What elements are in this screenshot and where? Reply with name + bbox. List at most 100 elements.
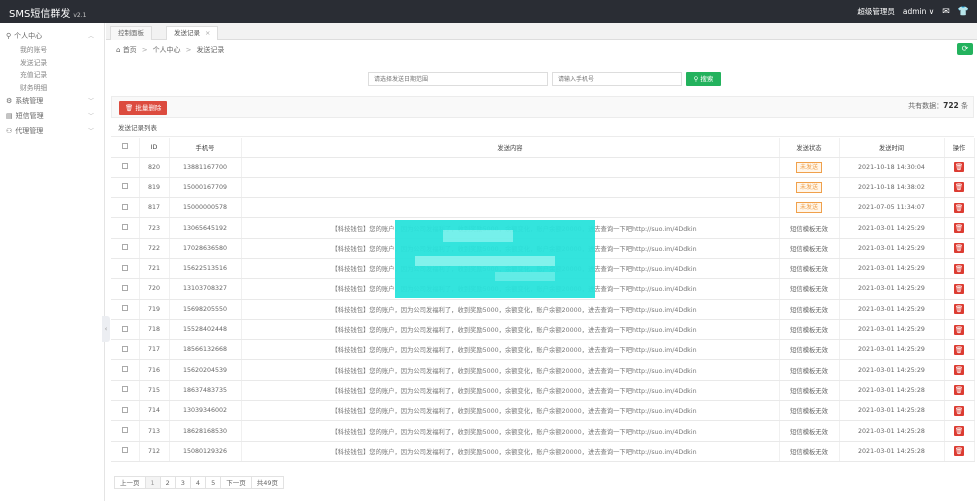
total-value: 722 (943, 101, 959, 110)
delete-row-button[interactable]: 🗑 (954, 324, 964, 335)
status-badge: 短信模板无效 (790, 448, 828, 456)
table-toolbar: 🗑 批量删除 共有数据：722 条 (111, 96, 974, 118)
cell-content: 【科技钱包】您的账户，因为公司发福利了，收到奖励5000，余额变化，账户余额20… (241, 299, 780, 320)
sidebar-item-finance[interactable]: 财务明细 (0, 82, 104, 95)
date-range-input[interactable] (368, 72, 548, 86)
row-checkbox[interactable] (111, 157, 140, 178)
sidebar-item-send-records[interactable]: 发送记录 (0, 57, 104, 70)
pagination-page-4[interactable]: 4 (189, 476, 207, 489)
table-row: 819 15000167709 未发送 2021-10-18 14:38:02 🗑 (111, 177, 975, 199)
shirt-icon[interactable]: 👕 (958, 7, 969, 17)
row-checkbox[interactable] (111, 177, 140, 199)
delete-row-button[interactable]: 🗑 (954, 385, 964, 396)
row-checkbox[interactable] (111, 441, 140, 462)
trash-icon: 🗑 (954, 203, 964, 212)
table-row: 820 13881167700 未发送 2021-10-18 14:30:04 🗑 (111, 157, 975, 178)
cell-phone: 15080129326 (169, 441, 242, 462)
row-checkbox[interactable] (111, 400, 140, 422)
row-checkbox[interactable] (111, 420, 140, 442)
breadcrumb-personal[interactable]: 个人中心 (153, 46, 181, 54)
tab-send-records[interactable]: 发送记录 × (166, 26, 219, 40)
cell-id: 820 (139, 157, 170, 178)
batch-delete-label: 批量删除 (135, 104, 162, 112)
pagination-page-2[interactable]: 2 (159, 476, 176, 489)
phone-search-input[interactable] (552, 72, 682, 86)
batch-delete-button[interactable]: 🗑 批量删除 (119, 101, 168, 115)
delete-row-button[interactable]: 🗑 (954, 304, 964, 315)
pagination-page-3[interactable]: 3 (174, 476, 191, 489)
cell-status: 短信模板无效 (779, 339, 840, 361)
cell-id: 720 (139, 278, 170, 300)
cell-status: 短信模板无效 (779, 380, 840, 402)
status-badge: 短信模板无效 (790, 327, 828, 335)
table-row: 712 15080129326 【科技钱包】您的账户，因为公司发福利了，收到奖励50… (111, 441, 975, 462)
sidebar-item-my-account[interactable]: 我的账号 (0, 44, 104, 57)
tab-label: 发送记录 (174, 29, 200, 37)
row-checkbox[interactable] (111, 319, 140, 341)
sidebar-group-agent[interactable]: ⚇ 代理管理 ﹀ (0, 124, 104, 139)
cell-content: 【科技钱包】您的账户，因为公司发福利了，收到奖励5000，余额变化，账户余额20… (241, 359, 780, 381)
delete-row-button[interactable]: 🗑 (954, 365, 964, 376)
column-header-status: 发送状态 (779, 138, 840, 158)
delete-row-button[interactable]: 🗑 (954, 263, 964, 274)
delete-row-button[interactable]: 🗑 (954, 202, 964, 213)
row-checkbox[interactable] (111, 299, 140, 320)
delete-row-button[interactable]: 🗑 (954, 344, 964, 355)
sidebar-group-personal[interactable]: ⚲ 个人中心 ︿ (0, 29, 104, 44)
delete-row-button[interactable]: 🗑 (954, 426, 964, 436)
pagination-prev[interactable]: 上一页 (114, 476, 146, 489)
trash-icon: 🗑 (954, 244, 964, 253)
cell-action: 🗑 (944, 278, 975, 300)
chevron-down-icon: ﹀ (87, 128, 94, 135)
select-all-checkbox[interactable] (111, 138, 140, 158)
column-header-phone: 手机号 (169, 138, 242, 158)
cell-id: 718 (139, 319, 170, 341)
breadcrumb-home[interactable]: 首页 (123, 46, 137, 54)
sidebar-item-recharge[interactable]: 充值记录 (0, 69, 104, 82)
row-checkbox[interactable] (111, 238, 140, 259)
tab-dashboard[interactable]: 控制面板 (110, 26, 152, 40)
sidebar-group-system[interactable]: ⚙ 系统管理 ﹀ (0, 94, 104, 109)
table-row: 714 13039346002 【科技钱包】您的账户，因为公司发福利了，收到奖励50… (111, 400, 975, 422)
cell-phone: 13881167700 (169, 157, 242, 178)
mail-icon[interactable]: ✉ (942, 7, 950, 17)
delete-row-button[interactable]: 🗑 (954, 405, 964, 416)
refresh-button[interactable]: ⟳ (957, 43, 973, 55)
row-checkbox[interactable] (111, 258, 140, 280)
pagination-next[interactable]: 下一页 (220, 476, 252, 489)
row-checkbox[interactable] (111, 380, 140, 402)
records-table: ID 手机号 发送内容 发送状态 发送时间 操作 820 13881167700 未… (111, 138, 975, 462)
status-badge: 短信模板无效 (790, 408, 828, 416)
row-checkbox[interactable] (111, 217, 140, 239)
delete-row-button[interactable]: 🗑 (954, 446, 964, 457)
row-checkbox[interactable] (111, 197, 140, 219)
trash-icon: 🗑 (954, 183, 964, 192)
cell-phone: 15622513516 (169, 258, 242, 280)
sidebar-collapse-toggle[interactable]: ‹ (102, 316, 110, 342)
delete-row-button[interactable]: 🗑 (954, 223, 964, 234)
close-icon[interactable]: × (205, 29, 210, 37)
sidebar-group-sms[interactable]: ▤ 短信管理 ﹀ (0, 109, 104, 124)
pagination-page-1[interactable]: 1 (144, 476, 161, 489)
delete-row-button[interactable]: 🗑 (954, 283, 964, 294)
status-badge: 短信模板无效 (790, 367, 828, 375)
row-checkbox[interactable] (111, 359, 140, 381)
trash-icon: 🗑 (954, 284, 964, 293)
cell-id: 713 (139, 420, 170, 442)
status-badge: 短信模板无效 (790, 286, 828, 294)
status-badge: 短信模板无效 (790, 266, 828, 274)
cell-action: 🗑 (944, 380, 975, 402)
row-checkbox[interactable] (111, 339, 140, 361)
pagination-page-5[interactable]: 5 (205, 476, 222, 489)
delete-row-button[interactable]: 🗑 (954, 162, 964, 173)
trash-icon: 🗑 (954, 366, 964, 375)
status-badge: 短信模板无效 (790, 225, 828, 233)
row-checkbox[interactable] (111, 278, 140, 300)
brand-logo[interactable]: SMS短信群发 v2.1 (9, 5, 86, 20)
delete-row-button[interactable]: 🗑 (954, 243, 964, 254)
cell-action: 🗑 (944, 197, 975, 219)
search-button[interactable]: ⚲ 搜索 (686, 72, 721, 86)
delete-row-button[interactable]: 🗑 (954, 182, 964, 193)
user-menu[interactable]: admin ∨ (903, 7, 934, 16)
status-badge: 短信模板无效 (790, 347, 828, 355)
